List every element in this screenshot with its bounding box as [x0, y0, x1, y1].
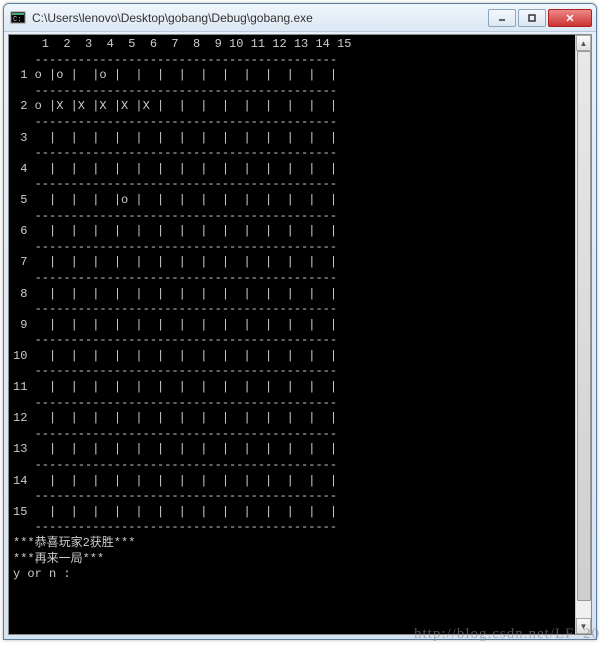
- maximize-icon: [527, 13, 537, 23]
- app-icon: C:: [10, 10, 26, 26]
- window-title: C:\Users\lenovo\Desktop\gobang\Debug\gob…: [32, 11, 486, 25]
- watermark-text: http://blog.csdn.net/LF_20: [414, 626, 600, 643]
- scroll-up-button[interactable]: ▲: [576, 35, 591, 51]
- app-window: C: C:\Users\lenovo\Desktop\gobang\Debug\…: [3, 3, 597, 640]
- svg-text:C:: C:: [13, 16, 21, 24]
- console-frame: 1 2 3 4 5 6 7 8 9 10 11 12 13 14 15 ----…: [8, 34, 592, 635]
- minimize-button[interactable]: [488, 9, 516, 27]
- console-output[interactable]: 1 2 3 4 5 6 7 8 9 10 11 12 13 14 15 ----…: [9, 35, 575, 634]
- close-button[interactable]: [548, 9, 592, 27]
- scroll-thumb[interactable]: [577, 51, 591, 601]
- window-buttons: [486, 9, 592, 27]
- minimize-icon: [497, 13, 507, 23]
- titlebar[interactable]: C: C:\Users\lenovo\Desktop\gobang\Debug\…: [4, 4, 596, 32]
- close-icon: [565, 13, 575, 23]
- maximize-button[interactable]: [518, 9, 546, 27]
- scrollbar-vertical[interactable]: ▲ ▼: [575, 35, 591, 634]
